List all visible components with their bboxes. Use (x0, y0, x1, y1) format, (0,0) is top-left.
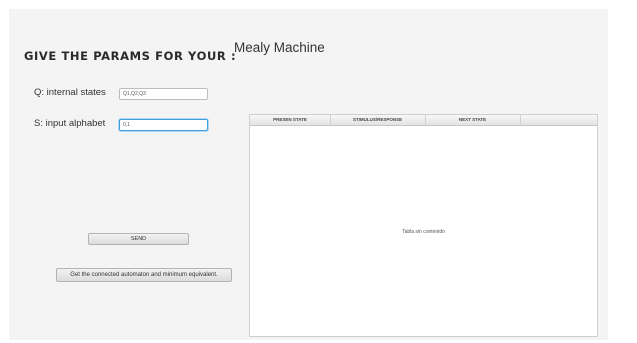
states-label: Q: internal states (34, 87, 106, 98)
machine-type-title: Mealy Machine (234, 40, 325, 55)
send-button[interactable]: SEND (88, 233, 189, 245)
column-next-state[interactable]: NEXT STATE (425, 115, 521, 125)
params-heading: GIVE THE PARAMS FOR YOUR : (24, 49, 237, 63)
transition-table: PRESEN STATE STIMULUS/RESPONSE NEXT STAT… (249, 114, 598, 337)
table-empty-message: Tabla sin contenido (402, 229, 445, 235)
states-input[interactable]: Q1,Q2,Q3 (119, 88, 208, 100)
column-stimulus-response[interactable]: STIMULUS/RESPONSE (330, 115, 426, 125)
table-header: PRESEN STATE STIMULUS/RESPONSE NEXT STAT… (250, 115, 597, 126)
alphabet-label: S: input alphabet (34, 118, 106, 129)
connected-automaton-button[interactable]: Get the connected automaton and minimum … (56, 268, 232, 282)
alphabet-input[interactable]: 0,1 (119, 119, 208, 131)
column-present-state[interactable]: PRESEN STATE (250, 115, 331, 125)
